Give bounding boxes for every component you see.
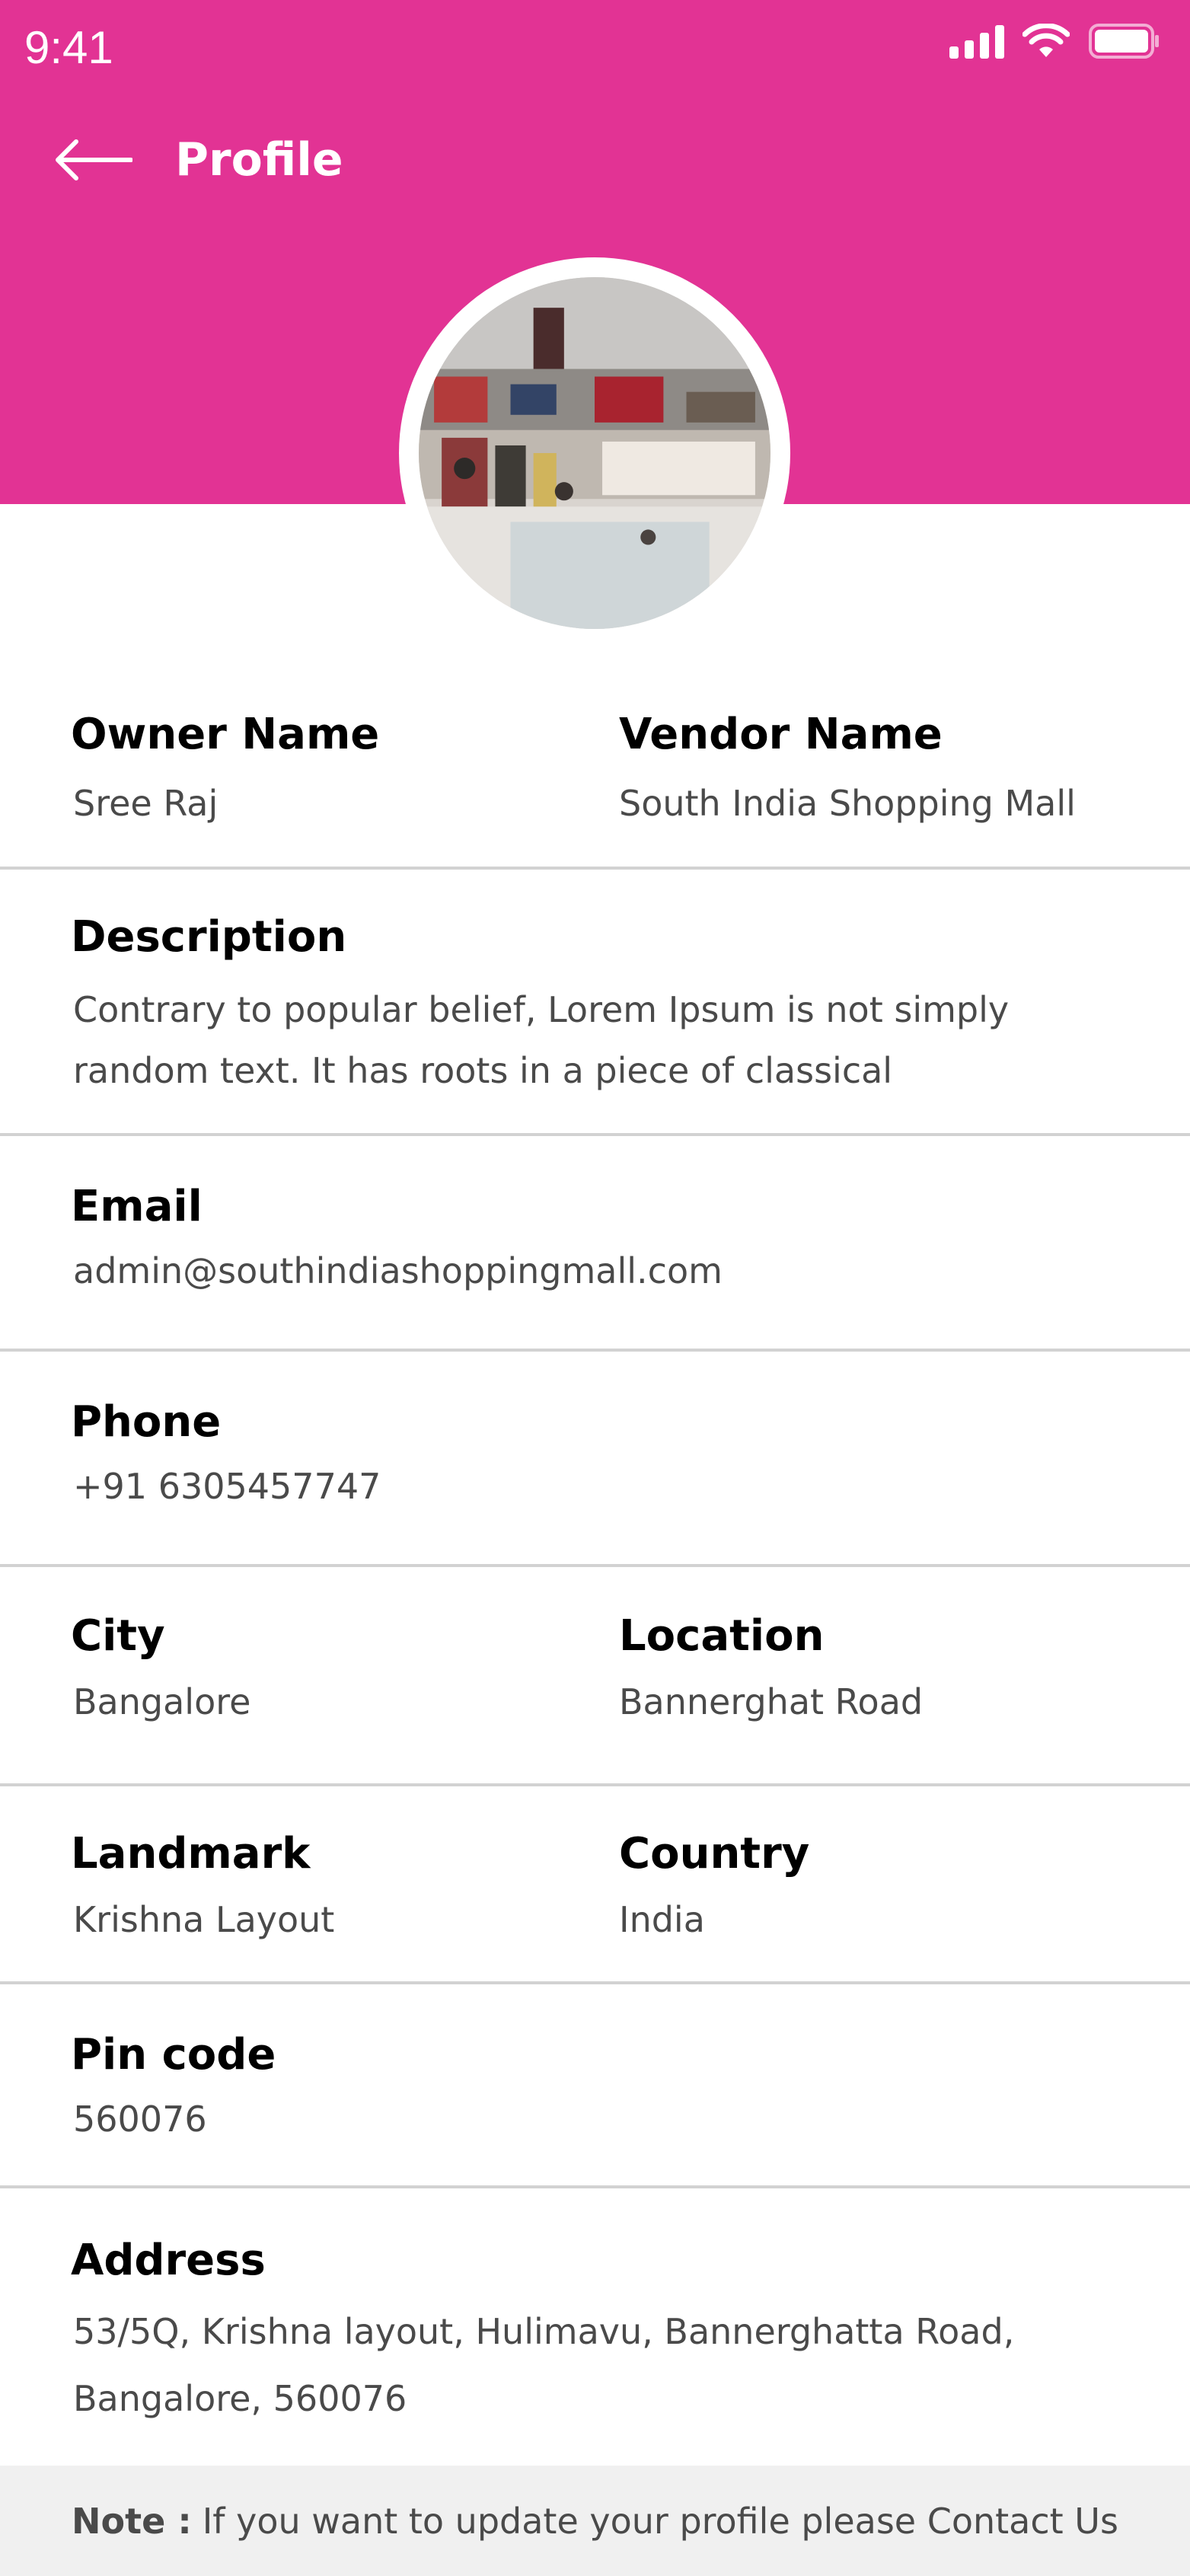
- address-value: 53/5Q, Krishna layout, Hulimavu, Bannerg…: [73, 2311, 1015, 2419]
- arrow-left-icon: [56, 139, 132, 180]
- owner-name-label: Owner Name: [71, 710, 380, 759]
- pincode-label: Pin code: [71, 2030, 276, 2080]
- location-label: Location: [619, 1611, 825, 1661]
- country-value: India: [619, 1899, 705, 1940]
- wifi-icon: [1023, 24, 1070, 57]
- contact-note: Note : If you want to update your profil…: [0, 2466, 1190, 2576]
- city-value: Bangalore: [73, 1681, 251, 1722]
- signal-icon: [949, 24, 1004, 59]
- address-section: Address 53/5Q, Krishna layout, Hulimavu,…: [0, 2188, 1190, 2466]
- status-icons: [949, 23, 1161, 59]
- email-section: Email admin@southindiashoppingmall.com: [0, 1136, 1190, 1352]
- description-value: Contrary to popular belief, Lorem Ipsum …: [73, 989, 1010, 1091]
- country-label: Country: [619, 1829, 810, 1879]
- note-prefix: Note :: [72, 2500, 192, 2542]
- owner-vendor-section: Owner Name Sree Raj Vendor Name South In…: [0, 662, 1190, 870]
- status-time: 9:41: [24, 22, 113, 73]
- mall-photo: [419, 277, 770, 629]
- owner-name-value: Sree Raj: [73, 783, 219, 824]
- landmark-country-section: Landmark Krishna Layout Country India: [0, 1786, 1190, 1984]
- description-label: Description: [71, 912, 347, 962]
- landmark-label: Landmark: [71, 1829, 311, 1879]
- pincode-section: Pin code 560076: [0, 1984, 1190, 2188]
- description-section: Description Contrary to popular belief, …: [0, 870, 1190, 1136]
- email-label: Email: [71, 1182, 203, 1231]
- email-value: admin@southindiashoppingmall.com: [73, 1250, 723, 1291]
- page-title: Profile: [175, 133, 343, 187]
- vendor-name-label: Vendor Name: [619, 710, 943, 759]
- city-location-section: City Bangalore Location Bannerghat Road: [0, 1567, 1190, 1786]
- back-button[interactable]: [53, 129, 137, 190]
- phone-section: Phone +91 6305457747: [0, 1352, 1190, 1567]
- city-label: City: [71, 1611, 165, 1661]
- vendor-name-value: South India Shopping Mall: [619, 783, 1076, 824]
- location-value: Bannerghat Road: [619, 1681, 924, 1722]
- battery-icon: [1089, 24, 1159, 59]
- landmark-value: Krishna Layout: [73, 1899, 335, 1940]
- profile-avatar[interactable]: [399, 257, 790, 649]
- phone-label: Phone: [71, 1397, 222, 1447]
- phone-value: +91 6305457747: [73, 1466, 381, 1507]
- address-label: Address: [71, 2236, 266, 2285]
- note-text[interactable]: If you want to update your profile pleas…: [203, 2501, 1118, 2542]
- pincode-value: 560076: [73, 2099, 207, 2140]
